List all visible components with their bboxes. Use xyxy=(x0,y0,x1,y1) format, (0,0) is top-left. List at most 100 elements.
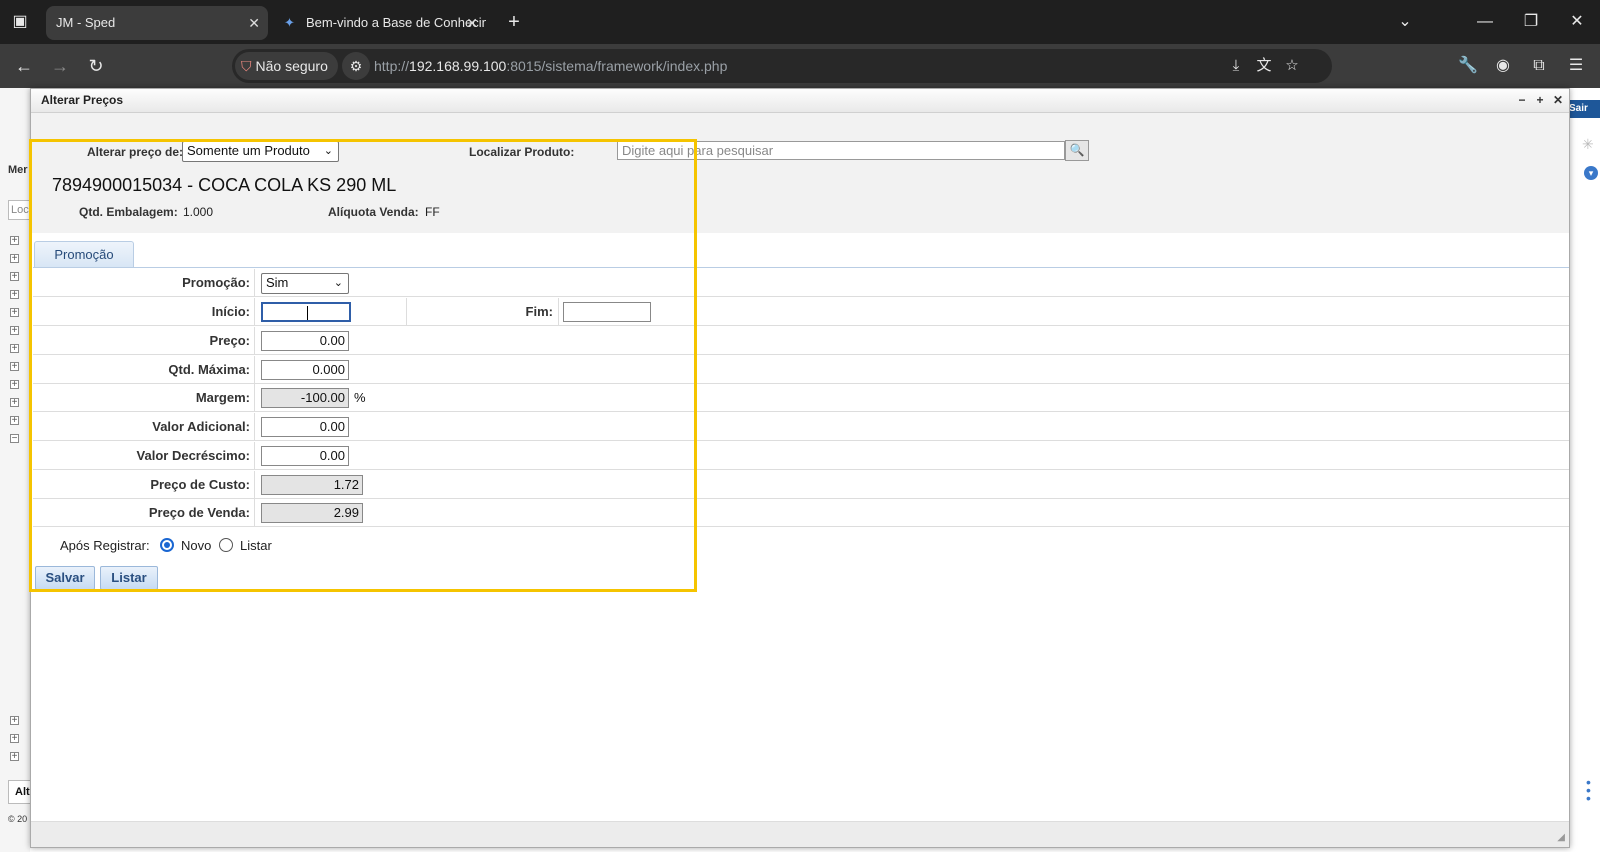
listar-button[interactable]: Listar xyxy=(100,566,158,590)
tree-expand-icon[interactable]: + xyxy=(10,752,19,762)
localizar-produto-label: Localizar Produto: xyxy=(469,145,575,159)
qtd-maxima-label: Qtd. Máxima: xyxy=(33,356,255,384)
margem-label: Margem: xyxy=(33,384,255,412)
extensions-icon[interactable]: ⧉ xyxy=(1525,52,1553,80)
favicon-icon: ✦ xyxy=(284,15,295,30)
reload-icon[interactable]: ↻ xyxy=(82,52,110,80)
salvar-button[interactable]: Salvar xyxy=(35,566,95,590)
chevron-down-icon: ⌄ xyxy=(333,277,343,289)
dropdown-circle-icon[interactable]: ▾ xyxy=(1584,166,1598,180)
minimize-dialog-icon[interactable]: − xyxy=(1515,93,1529,107)
tree-expand-icon[interactable]: + xyxy=(10,272,19,282)
tab-search-icon[interactable]: ▣ xyxy=(8,10,32,34)
tab-list-icon[interactable]: ⌄ xyxy=(1390,8,1420,36)
forward-icon[interactable]: → xyxy=(46,52,74,80)
tree-expand-icon[interactable]: + xyxy=(10,308,19,318)
fim-label: Fim: xyxy=(525,304,553,319)
translate-icon[interactable]: 文 xyxy=(1250,52,1278,80)
tab-jm-sped[interactable]: JM - Sped ✕ xyxy=(46,6,268,40)
close-tab-icon[interactable]: ✕ xyxy=(466,6,478,40)
close-tab-icon[interactable]: ✕ xyxy=(248,6,260,40)
inicio-input[interactable] xyxy=(261,302,351,322)
localizar-produto-input[interactable]: Digite aqui para pesquisar xyxy=(617,141,1065,160)
tree-expand-icon[interactable]: + xyxy=(10,398,19,408)
url-text[interactable]: http://192.168.99.100:8015/sistema/frame… xyxy=(374,49,727,83)
tree-expand-icon[interactable]: + xyxy=(10,380,19,390)
tree-expand-icon[interactable]: + xyxy=(10,716,19,726)
product-title: 7894900015034 - COCA COLA KS 290 ML xyxy=(52,175,397,195)
tree-expand-icon[interactable]: + xyxy=(10,734,19,744)
valor-decrescimo-input[interactable]: 0.00 xyxy=(261,446,349,466)
valor-adicional-input[interactable]: 0.00 xyxy=(261,417,349,437)
tree-expand-icon[interactable]: + xyxy=(10,416,19,426)
site-settings-icon[interactable]: ⚙ xyxy=(342,52,370,80)
close-dialog-icon[interactable]: ✕ xyxy=(1551,93,1565,107)
aliquota-venda-value: FF xyxy=(425,205,440,219)
security-chip[interactable]: ⛉ Não seguro xyxy=(235,52,338,80)
more-vertical-icon[interactable]: • • • xyxy=(1586,775,1591,805)
tree-expand-icon[interactable]: + xyxy=(10,236,19,246)
maximize-dialog-icon[interactable]: + xyxy=(1533,93,1547,107)
resize-grip-icon[interactable]: ◢ xyxy=(1557,832,1565,843)
bookmark-star-icon[interactable]: ☆ xyxy=(1278,52,1306,80)
row-margem: Margem: -100.00 % xyxy=(33,384,1569,412)
browser-toolbar: ← → ↻ ⛉ Não seguro ⚙ http://192.168.99.10… xyxy=(0,44,1600,88)
tree-expand-icon[interactable]: + xyxy=(10,344,19,354)
tree-collapse-icon[interactable]: − xyxy=(10,434,19,444)
new-tab-icon[interactable]: + xyxy=(500,8,528,36)
alterar-preco-select[interactable]: Somente um Produto ⌄ xyxy=(182,141,339,162)
promocao-label: Promoção: xyxy=(33,269,255,297)
preco-venda-label: Preço de Venda: xyxy=(33,499,255,527)
margem-input: -100.00 xyxy=(261,388,349,408)
preco-venda-input: 2.99 xyxy=(261,503,363,523)
url-host: 192.168.99.100 xyxy=(409,58,507,74)
search-icon[interactable]: 🔍 xyxy=(1065,140,1089,161)
tab-base-conhecimento[interactable]: ✦ Bem-vindo a Base de Conhecim ✕ xyxy=(274,6,486,40)
row-promocao: Promoção: Sim ⌄ xyxy=(33,269,1569,297)
tree-expand-icon[interactable]: + xyxy=(10,254,19,264)
wrench-icon[interactable]: 🔧 xyxy=(1454,52,1482,80)
tab-promocao[interactable]: Promoção xyxy=(34,241,134,267)
tab-divider xyxy=(33,267,1569,268)
install-icon[interactable]: ⤓ xyxy=(1222,52,1250,80)
column-divider xyxy=(558,298,559,326)
promocao-select[interactable]: Sim ⌄ xyxy=(261,273,349,294)
restore-icon[interactable]: ❐ xyxy=(1516,8,1546,36)
tree-expand-icon[interactable]: + xyxy=(10,362,19,372)
tab-title: Bem-vindo a Base de Conhecim xyxy=(306,15,486,30)
radio-listar-label[interactable]: Listar xyxy=(240,538,272,553)
row-qtd-maxima: Qtd. Máxima: 0.000 xyxy=(33,356,1569,384)
preco-custo-label: Preço de Custo: xyxy=(33,471,255,499)
row-inicio-fim: Início: Fim: xyxy=(33,298,1569,326)
bg-bottom-tab[interactable]: Alt xyxy=(8,780,30,804)
tree-expand-icon[interactable]: + xyxy=(10,290,19,300)
qtd-maxima-input[interactable]: 0.000 xyxy=(261,360,349,380)
aliquota-venda-label: Alíquota Venda: xyxy=(328,205,419,219)
close-window-icon[interactable]: ✕ xyxy=(1562,8,1592,36)
apos-registrar-label: Após Registrar: xyxy=(60,538,150,553)
margem-unit: % xyxy=(354,390,366,405)
minimize-icon[interactable]: — xyxy=(1470,8,1500,36)
tree-expand-icon[interactable]: + xyxy=(10,326,19,336)
alterar-preco-label: Alterar preço de: xyxy=(87,145,184,159)
inicio-label: Início: xyxy=(33,298,255,326)
preco-input[interactable]: 0.00 xyxy=(261,331,349,351)
radio-listar[interactable] xyxy=(219,538,233,552)
alterar-preco-value: Somente um Produto xyxy=(187,143,310,158)
dialog-header: Alterar Preços − + ✕ xyxy=(31,89,1569,113)
row-valor-decrescimo: Valor Decréscimo: 0.00 xyxy=(33,442,1569,470)
menu-icon[interactable]: ☰ xyxy=(1562,52,1590,80)
sair-button[interactable]: Sair xyxy=(1565,100,1600,118)
preco-label: Preço: xyxy=(33,327,255,355)
bg-search-input[interactable]: Loc xyxy=(8,200,30,220)
preco-custo-input: 1.72 xyxy=(261,475,363,495)
radio-novo[interactable] xyxy=(160,538,174,552)
address-bar[interactable]: ⛉ Não seguro ⚙ http://192.168.99.100:8015… xyxy=(232,49,1332,83)
profile-icon[interactable]: ◉ xyxy=(1489,52,1517,80)
radio-novo-label[interactable]: Novo xyxy=(181,538,211,553)
fim-input[interactable] xyxy=(563,302,651,322)
url-path: :8015/sistema/framework/index.php xyxy=(506,58,728,74)
row-preco-custo: Preço de Custo: 1.72 xyxy=(33,471,1569,499)
shield-icon: ⛉ xyxy=(241,58,252,74)
back-icon[interactable]: ← xyxy=(10,52,38,80)
